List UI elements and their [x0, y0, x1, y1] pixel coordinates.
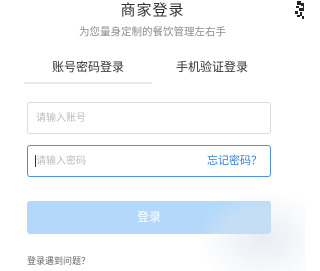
tab-account-password[interactable]: 账号密码登录 — [52, 59, 124, 76]
page-subtitle: 为您量身定制的餐饮管理左右手 — [79, 26, 226, 38]
page-title: 商家登录 — [120, 1, 185, 19]
login-help-link[interactable]: 登录遇到问题？ — [27, 256, 90, 268]
login-button[interactable]: 登录 — [27, 201, 271, 234]
account-input[interactable] — [28, 103, 186, 133]
password-input[interactable] — [28, 146, 186, 176]
password-field[interactable]: 忘记密码？ — [27, 145, 271, 177]
text-cursor — [35, 155, 36, 167]
tab-sms-verification[interactable]: 手机验证登录 — [176, 59, 248, 76]
forgot-password-link[interactable]: 忘记密码？ — [207, 154, 262, 168]
account-field[interactable] — [27, 102, 271, 134]
active-tab-indicator — [24, 82, 152, 84]
